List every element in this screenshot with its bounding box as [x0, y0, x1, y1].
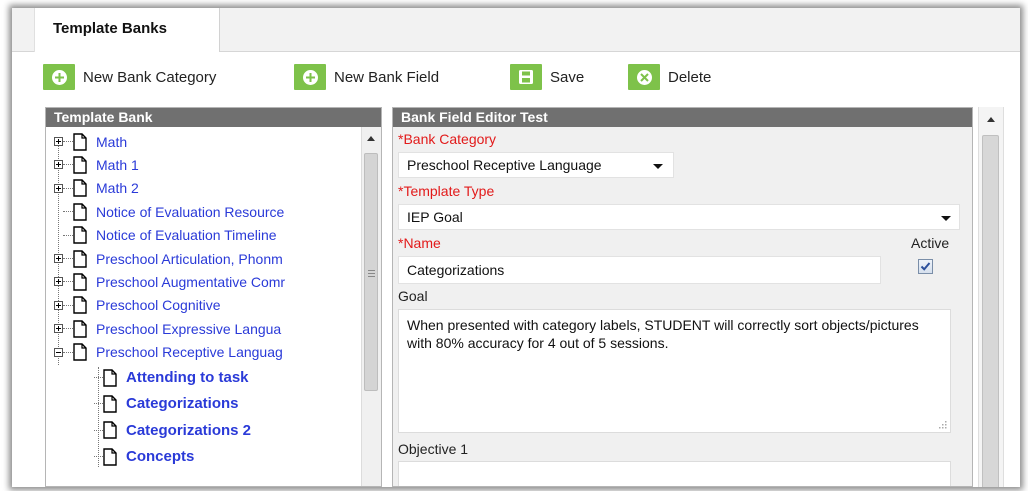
delete-icon [628, 64, 660, 90]
expand-icon[interactable] [54, 277, 63, 287]
tree-item-label: Preschool Cognitive [96, 297, 221, 314]
save-icon [510, 64, 542, 90]
toolbar: New Bank Category New Bank Field Save De… [12, 58, 1020, 92]
active-checkbox[interactable] [918, 259, 933, 274]
expand-icon[interactable] [54, 137, 63, 146]
tree-scrollbar[interactable] [361, 127, 381, 486]
check-icon [920, 262, 931, 271]
tree-item-label: Preschool Augmentative Comr [96, 273, 286, 290]
expand-icon[interactable] [54, 324, 63, 334]
save-label: Save [550, 68, 585, 86]
tab-bar: Template Banks [12, 8, 1020, 52]
template-type-value: IEP Goal [407, 209, 463, 225]
goal-text: When presented with category labels, STU… [407, 317, 919, 351]
tree-item[interactable]: Preschool Articulation, Phonm [54, 247, 283, 270]
template-bank-tree: Math Math 1 Math 2 Notice of Evaluation Res… [46, 127, 364, 486]
tree-item-label: Preschool Receptive Languag [96, 344, 283, 361]
resize-handle-icon[interactable] [939, 421, 947, 429]
page-scrollbar[interactable] [978, 107, 1004, 487]
tree-item[interactable]: Preschool Augmentative Comr [54, 270, 285, 293]
delete-button[interactable]: Delete [628, 64, 711, 90]
tree-item-label: Notice of Evaluation Resource [96, 203, 285, 220]
objective-1-textarea[interactable] [398, 461, 951, 486]
document-icon [73, 296, 87, 314]
bank-category-label: *Bank Category [398, 131, 497, 147]
tree-item[interactable]: Preschool Receptive Languag [54, 341, 283, 364]
tree-item-label: Preschool Expressive Langua [96, 320, 282, 337]
template-type-label: *Template Type [398, 183, 495, 199]
name-input[interactable]: Categorizations [398, 256, 881, 284]
document-icon [73, 202, 87, 221]
bank-category-select[interactable]: Preschool Receptive Language [398, 152, 674, 178]
scroll-up-icon[interactable] [367, 136, 375, 141]
template-bank-panel: Template Bank Math Math 1 Math 2 Notice of … [45, 107, 382, 487]
tree-item[interactable]: Preschool Expressive Langua [54, 317, 281, 340]
template-type-select[interactable]: IEP Goal [398, 204, 960, 230]
tree-child-item[interactable]: Categorizations 2 [94, 419, 251, 442]
tree-item[interactable]: Notice of Evaluation Timeline [54, 224, 277, 247]
tree-item-label: Math [96, 133, 128, 150]
add-icon [294, 64, 326, 90]
expand-icon[interactable] [54, 254, 63, 263]
document-icon [103, 447, 117, 466]
document-icon [103, 421, 117, 439]
scroll-up-icon[interactable] [987, 117, 995, 122]
new-bank-category-button[interactable]: New Bank Category [43, 64, 216, 90]
template-banks-window: Template Banks New Bank Category New Ban… [12, 8, 1020, 487]
tree-item[interactable]: Math 1 [54, 153, 139, 176]
new-bank-category-label: New Bank Category [83, 68, 217, 86]
tree-item-label: Notice of Evaluation Timeline [96, 227, 277, 244]
delete-label: Delete [668, 68, 712, 86]
expand-icon[interactable] [54, 160, 63, 170]
tree-item-label: Math 2 [96, 180, 139, 197]
document-icon [73, 273, 87, 291]
goal-textarea[interactable]: When presented with category labels, STU… [398, 309, 951, 433]
tree-child-label: Categorizations 2 [126, 421, 252, 439]
tree-item-label: Preschool Articulation, Phonm [96, 250, 283, 267]
name-label: *Name [398, 235, 441, 251]
expand-icon[interactable] [54, 183, 63, 193]
tree-scroll-thumb[interactable] [364, 153, 378, 391]
goal-label: Goal [398, 288, 428, 304]
tree-child-label: Concepts [126, 448, 195, 466]
document-icon [73, 343, 87, 361]
add-icon [43, 64, 75, 90]
objective-1-label: Objective 1 [398, 441, 469, 457]
template-bank-header: Template Bank [46, 108, 381, 127]
tab-label: Template Banks [53, 20, 167, 37]
document-icon [73, 226, 87, 244]
tree-child-item[interactable]: Attending to task [94, 366, 249, 389]
active-label: Active [911, 235, 950, 251]
chevron-down-icon [941, 216, 951, 221]
name-value: Categorizations [407, 262, 505, 278]
document-icon [73, 179, 87, 197]
document-icon [103, 368, 117, 387]
expand-icon[interactable] [54, 300, 63, 310]
tree-child-label: Categorizations [126, 395, 239, 413]
bank-category-value: Preschool Receptive Language [407, 157, 602, 173]
document-icon [73, 156, 87, 174]
tab-template-banks[interactable]: Template Banks [34, 8, 220, 52]
new-bank-field-label: New Bank Field [334, 68, 440, 86]
chevron-down-icon [653, 164, 663, 169]
tree-child-item[interactable]: Categorizations [94, 392, 239, 415]
document-icon [103, 395, 117, 413]
collapse-icon[interactable] [54, 347, 63, 357]
editor-header: Bank Field Editor Test [393, 108, 972, 127]
tree-item[interactable]: Notice of Evaluation Resource [54, 200, 284, 223]
document-icon [73, 249, 87, 268]
page-scroll-thumb[interactable] [982, 135, 999, 487]
save-button[interactable]: Save [510, 64, 584, 90]
new-bank-field-button[interactable]: New Bank Field [294, 64, 439, 90]
document-icon [73, 319, 87, 338]
tree-child-item[interactable]: Concepts [94, 445, 194, 468]
tree-item[interactable]: Preschool Cognitive [54, 294, 221, 317]
tree-child-label: Attending to task [126, 369, 249, 386]
tree-item[interactable]: Math 2 [54, 177, 139, 200]
tree-item[interactable]: Math [54, 130, 127, 153]
tree-item-label: Math 1 [96, 156, 139, 173]
document-icon [73, 132, 87, 151]
bank-field-editor: Bank Field Editor Test *Bank Category Pr… [392, 107, 973, 487]
